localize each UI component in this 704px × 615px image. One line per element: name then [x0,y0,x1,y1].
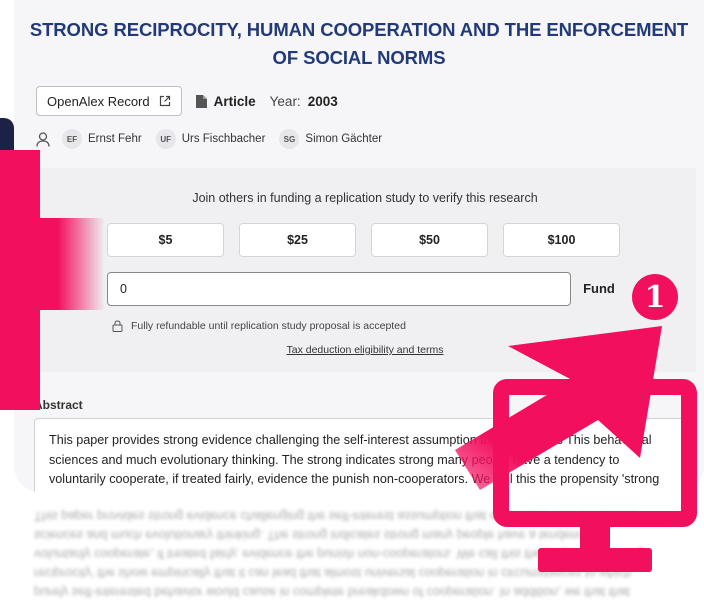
fund-button[interactable]: Fund [567,272,631,304]
document-icon [195,94,207,108]
amount-100-button[interactable]: $100 [503,223,620,257]
refund-note-text: Fully refundable until replication study… [131,320,406,332]
openalex-record-label: OpenAlex Record [47,93,150,109]
person-icon [36,131,50,147]
paper-meta: OpenAlex Record Article Year: 2003 [36,86,338,116]
author-initials-badge: SG [279,129,300,149]
openalex-record-button[interactable]: OpenAlex Record [36,86,182,116]
year-value: 2003 [307,93,338,109]
author-name[interactable]: Ernst Fehr [88,133,142,145]
author-name[interactable]: Simon Gächter [305,133,382,145]
funding-panel: Join others in funding a replication stu… [34,168,696,372]
author-name[interactable]: Urs Fischbacher [182,133,266,145]
paper-type: Article [213,93,256,109]
paper-title: STRONG RECIPROCITY, HUMAN COOPERATION AN… [14,16,704,72]
amount-25-button[interactable]: $25 [239,223,356,257]
amount-5-button[interactable]: $5 [107,223,224,257]
year-label: Year: [269,93,301,109]
author-list: EF Ernst Fehr UF Urs Fischbacher SG Simo… [36,129,390,149]
tax-terms-link[interactable]: Tax deduction eligibility and terms [34,344,696,356]
amount-50-button[interactable]: $50 [371,223,488,257]
funding-heading: Join others in funding a replication stu… [192,191,538,205]
author-initials-badge: EF [62,129,82,149]
monitor-icon [493,379,697,572]
reflection-line: purely self-interested behavior would ca… [34,585,630,599]
author-initials-badge: UF [155,129,176,149]
left-pointer-arrow-icon [0,150,105,410]
paper-title-line-1: STRONG RECIPROCITY, HUMAN COOPERATION AN… [29,19,689,40]
lock-icon [112,320,123,332]
amount-buttons: $5 $25 $50 $100 [107,223,620,257]
paper-title-line-2: OF SOCIAL NORMS [272,47,446,68]
external-link-icon [159,95,170,107]
fund-amount-input[interactable]: 0 [107,272,571,306]
step-number-badge: 1 [632,274,678,320]
refund-note: Fully refundable until replication study… [112,320,406,332]
